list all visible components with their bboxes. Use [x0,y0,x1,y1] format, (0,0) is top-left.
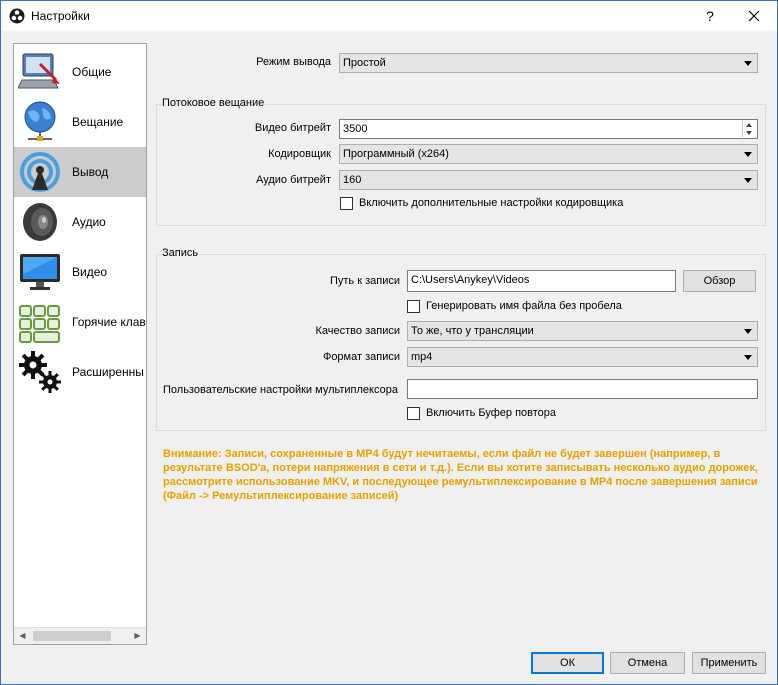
scroll-left-icon[interactable]: ◀ [14,628,31,644]
sidebar-scrollbar[interactable]: ◀ ▶ [14,627,146,644]
sidebar-item-general[interactable]: Общие [14,47,146,97]
chevron-down-icon [744,152,752,157]
sidebar-item-label: Аудио [72,215,106,229]
sidebar-item-stream[interactable]: Вещание [14,97,146,147]
audio-bitrate-select[interactable]: 160 [339,170,758,190]
sidebar-item-label: Вещание [72,115,124,129]
cancel-button[interactable]: Отмена [610,652,685,674]
advanced-encoder-label: Включить дополнительные настройки кодиро… [359,197,624,209]
broadcast-icon [20,152,60,192]
recording-group-title: Запись [161,247,200,259]
mp4-warning-text: Внимание: Записи, сохраненные в MP4 буду… [163,448,758,502]
sidebar-item-hotkeys[interactable]: Горячие клав [14,297,146,347]
record-format-select[interactable]: mp4 [407,347,758,367]
close-icon [748,10,760,22]
encoder-select[interactable]: Программный (x264) [339,144,758,164]
muxer-settings-label: Пользовательские настройки мультиплексор… [163,384,398,396]
encoder-label: Кодировщик [268,148,331,160]
sidebar-item-audio[interactable]: Аудио [14,197,146,247]
gears-icon [19,351,61,393]
chevron-down-icon [744,329,752,334]
scroll-right-icon[interactable]: ▶ [129,628,146,644]
output-mode-value: Простой [343,57,386,69]
monitor-icon [20,254,60,290]
advanced-encoder-checkbox[interactable]: Включить дополнительные настройки кодиро… [340,196,640,212]
audio-bitrate-label: Аудио битрейт [256,174,331,186]
sidebar-item-output[interactable]: Вывод [14,147,146,197]
output-mode-select[interactable]: Простой [339,53,758,73]
video-bitrate-label: Видео битрейт [254,122,331,134]
settings-window: Настройки ? Общие Вещание Вывод Аудио Ви… [0,0,778,685]
replay-buffer-checkbox[interactable]: Включить Буфер повтора [407,406,707,422]
streaming-group-title: Потоковое вещание [161,97,266,109]
record-quality-label: Качество записи [315,325,400,337]
scrollbar-thumb[interactable] [33,631,111,641]
browse-button[interactable]: Обзор [683,270,756,292]
obs-logo-icon [9,8,25,24]
output-mode-label: Режим вывода [256,56,331,68]
video-bitrate-value: 3500 [343,123,368,135]
checkbox-box[interactable] [407,407,420,420]
record-format-value: mp4 [411,351,433,363]
sidebar-item-label: Общие [72,65,112,79]
record-quality-select[interactable]: То же, что у трансляции [407,321,758,341]
checkbox-box[interactable] [407,300,420,313]
chevron-down-icon [744,61,752,66]
muxer-settings-input[interactable] [407,379,758,399]
replay-buffer-label: Включить Буфер повтора [426,407,557,419]
no-space-filename-checkbox[interactable]: Генерировать имя файла без пробела [407,299,707,315]
keyboard-icon [19,305,60,343]
record-path-label: Путь к записи [329,275,400,287]
window-title: Настройки [31,9,90,23]
settings-sidebar: Общие Вещание Вывод Аудио Видео Горячие … [13,43,147,645]
sidebar-item-label: Расширенны [72,365,144,379]
video-bitrate-spinbox[interactable]: 3500 [339,119,758,139]
checkbox-box[interactable] [340,197,353,210]
title-bar: Настройки ? [1,1,777,31]
apply-button[interactable]: Применить [692,652,766,674]
no-space-filename-label: Генерировать имя файла без пробела [426,300,622,312]
speaker-icon [23,203,57,241]
record-quality-value: То же, что у трансляции [411,325,534,337]
record-path-input[interactable]: C:\Users\Anykey\Videos [407,270,676,292]
sidebar-item-label: Видео [72,265,108,279]
computer-icon [18,53,60,89]
record-path-value: C:\Users\Anykey\Videos [411,274,530,286]
sidebar-item-label: Вывод [72,165,109,179]
encoder-value: Программный (x264) [343,148,449,160]
help-button[interactable]: ? [691,1,729,31]
ok-button[interactable]: ОК [531,652,604,674]
sidebar-item-advanced[interactable]: Расширенны [14,347,146,397]
chevron-down-icon [744,355,752,360]
spinner-arrows-icon[interactable] [742,121,756,137]
audio-bitrate-value: 160 [343,174,362,186]
globe-icon [24,101,56,141]
sidebar-item-video[interactable]: Видео [14,247,146,297]
record-format-label: Формат записи [322,351,400,363]
chevron-down-icon [744,178,752,183]
sidebar-item-label: Горячие клав [72,315,146,329]
close-button[interactable] [731,1,777,31]
